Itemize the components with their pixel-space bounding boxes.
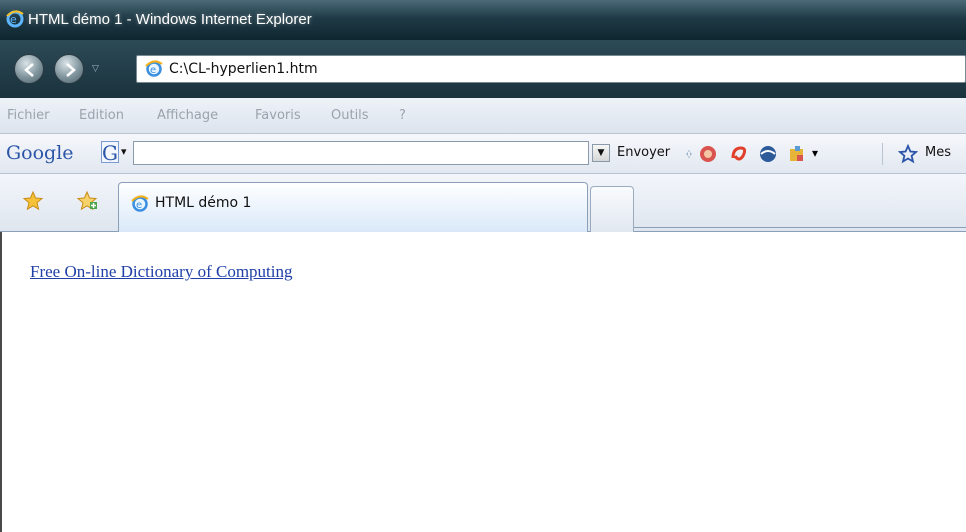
favorites-star-icon[interactable]	[22, 190, 44, 212]
svg-text:e: e	[150, 65, 156, 76]
spellcheck-icon[interactable]	[729, 144, 749, 164]
new-tab-button[interactable]	[590, 186, 634, 232]
address-input[interactable]: C:\CL-hyperlien1.htm	[169, 61, 318, 77]
foldoc-link[interactable]: Free On-line Dictionary of Computing	[30, 262, 293, 282]
menu-fichier[interactable]: Fichier	[7, 108, 50, 123]
tabs-divider	[634, 227, 966, 228]
bookmark-star-icon[interactable]	[897, 143, 919, 164]
caret-down-icon: ▾	[121, 145, 127, 158]
google-logo[interactable]: Google	[6, 142, 74, 164]
search-dropdown-button[interactable]: ▼	[592, 144, 610, 162]
back-button[interactable]	[14, 54, 44, 84]
extras-dropdown-icon[interactable]: ▾	[812, 146, 832, 166]
menu-help[interactable]: ?	[399, 108, 406, 123]
forward-button[interactable]	[54, 54, 84, 84]
toolbar-separator	[882, 143, 883, 165]
puzzle-icon[interactable]	[787, 144, 807, 164]
page-content: Free On-line Dictionary of Computing	[0, 232, 966, 532]
pagerank-icon[interactable]	[698, 144, 718, 164]
google-g-icon: G	[101, 141, 119, 165]
tab-html-demo[interactable]: e HTML démo 1	[118, 182, 588, 232]
google-toolbar: Google G ▾ ▼ Envoyer ▾ Mes	[0, 134, 966, 174]
menu-bar: Fichier Edition Affichage Favoris Outils…	[0, 98, 966, 134]
google-search-input[interactable]	[133, 141, 589, 165]
google-menu-button[interactable]: G ▾	[101, 141, 131, 165]
svg-text:e: e	[136, 200, 142, 211]
envoyer-button[interactable]: Envoyer	[617, 145, 670, 160]
history-dropdown-icon[interactable]: ▽	[92, 64, 99, 74]
tab-label: HTML démo 1	[155, 195, 252, 211]
back-arrow-icon	[24, 63, 34, 77]
title-bar: e HTML démo 1 - Windows Internet Explore…	[0, 0, 966, 40]
sphere-icon[interactable]	[758, 144, 778, 164]
menu-edition[interactable]: Edition	[79, 108, 124, 123]
menu-outils[interactable]: Outils	[331, 108, 369, 123]
address-bar[interactable]: e C:\CL-hyperlien1.htm	[136, 55, 966, 83]
tab-ie-icon: e	[131, 195, 149, 213]
svg-text:e: e	[10, 13, 17, 26]
window-title: HTML démo 1 - Windows Internet Explorer	[28, 11, 312, 28]
menu-favoris[interactable]: Favoris	[255, 108, 301, 123]
tabs-bar: e HTML démo 1	[0, 174, 966, 232]
forward-arrow-icon	[66, 63, 76, 77]
navigation-bar: ▽ e C:\CL-hyperlien1.htm	[0, 40, 966, 98]
add-favorite-icon[interactable]	[76, 190, 98, 212]
ie-logo-icon: e	[6, 10, 24, 28]
mes-favoris-label[interactable]: Mes	[925, 145, 951, 160]
menu-affichage[interactable]: Affichage	[157, 108, 218, 123]
page-ie-icon: e	[145, 60, 163, 78]
